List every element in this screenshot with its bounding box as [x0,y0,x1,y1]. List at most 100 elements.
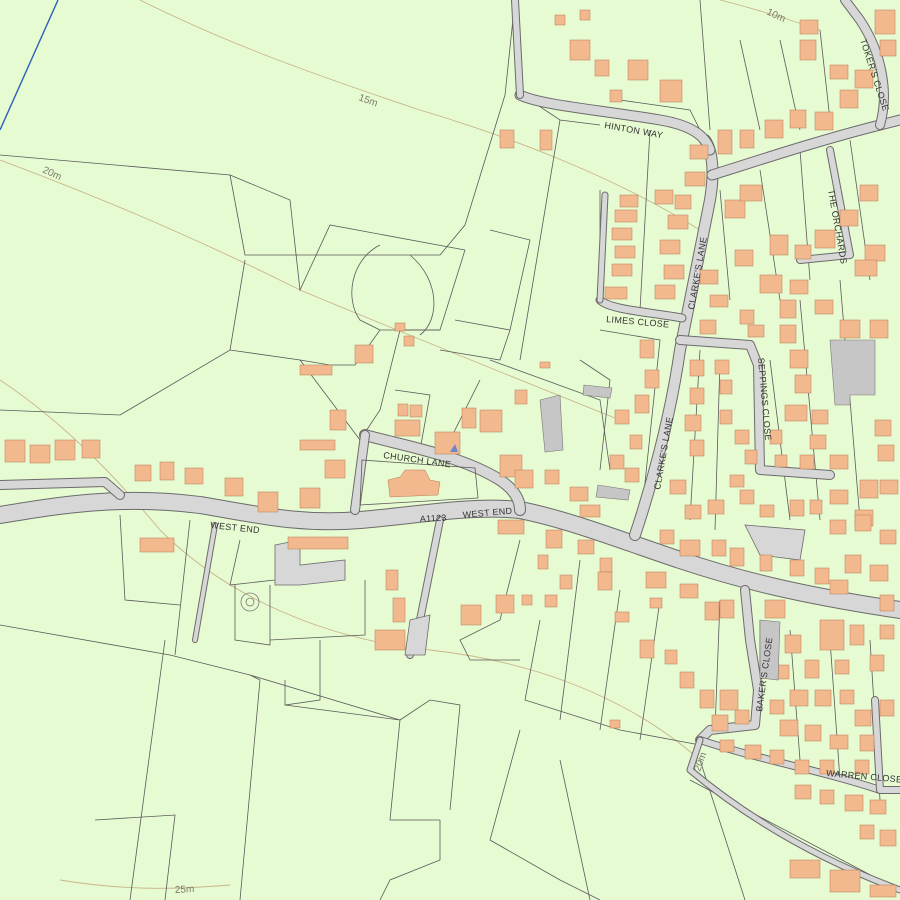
map-canvas[interactable]: WEST END A1123 WEST END CHURCH LANE HINT… [0,0,900,900]
building [81,439,101,459]
building [714,359,730,375]
building [599,557,613,573]
building [134,464,152,482]
building [659,79,683,103]
building [184,467,204,485]
building [769,699,785,715]
building [577,539,595,555]
building [627,59,649,81]
building [839,689,855,705]
building [521,594,533,606]
building [394,322,406,332]
car-park [404,614,431,656]
building [609,89,623,103]
building [814,299,834,315]
building [747,324,765,338]
building [392,597,406,623]
building [854,709,872,727]
building [879,479,899,495]
building [257,491,279,513]
building [654,189,674,205]
building [809,434,827,450]
building [814,689,832,707]
building [844,554,862,574]
building [669,479,687,495]
building [684,504,702,520]
building [794,784,812,800]
building [849,624,865,646]
building [829,454,849,470]
building [789,109,807,129]
building [794,759,810,775]
building [839,319,861,339]
building [869,319,889,339]
contour-20m [0,159,621,421]
building [734,429,750,445]
building [460,604,482,626]
building [689,387,705,405]
building [4,439,26,463]
building [634,394,650,414]
building [699,319,717,335]
building [811,409,829,425]
building [679,671,695,689]
building [869,884,897,898]
building [879,529,897,545]
building [569,39,591,61]
building [659,239,681,255]
building [739,184,763,202]
building [779,719,799,737]
building [734,249,754,267]
building [299,439,336,451]
car-park [744,524,806,561]
building [844,794,864,812]
building [869,654,885,672]
building [819,619,845,651]
building [495,594,515,614]
building [639,339,655,359]
building [729,547,745,567]
building [794,244,812,260]
building [611,263,633,277]
building [854,514,872,532]
building [54,439,76,461]
building [764,599,786,619]
building [579,9,591,21]
pond-or-mound [240,592,260,612]
building [814,229,836,249]
building [859,184,879,202]
building [814,111,834,131]
building [874,419,892,437]
building [699,689,715,709]
building [829,734,849,750]
building [659,529,675,545]
contour-label-10m: 10m [765,7,787,25]
building [639,639,655,659]
building [479,409,503,433]
building [514,469,534,489]
building [877,444,895,462]
building [611,227,633,241]
building [719,689,739,711]
building [879,39,897,57]
building [854,259,878,277]
building [719,409,733,425]
building [774,454,788,468]
building [869,564,889,582]
building [799,454,815,470]
building [789,559,805,577]
building [784,634,802,654]
building [784,404,808,422]
building [724,199,746,219]
building [829,64,849,80]
map-svg: WEST END A1123 WEST END CHURCH LANE HINT… [0,0,900,900]
building [324,459,346,479]
building [789,349,809,369]
building [29,444,51,464]
building [799,39,817,61]
building [717,129,733,155]
building [409,404,423,418]
building [711,714,729,732]
building [799,19,819,35]
contour-20m-south [0,379,701,761]
